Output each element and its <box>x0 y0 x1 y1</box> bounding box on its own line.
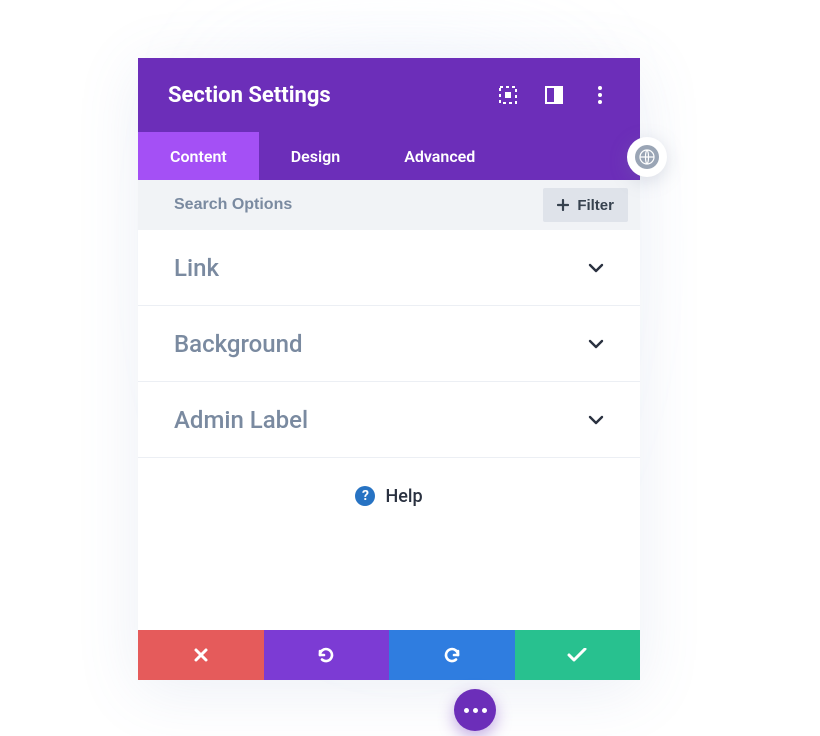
chevron-down-icon <box>588 410 604 429</box>
group-label: Background <box>174 330 303 358</box>
dot-icon <box>482 708 487 713</box>
redo-button[interactable] <box>389 630 515 680</box>
help-icon: ? <box>355 486 375 506</box>
chevron-down-icon <box>588 334 604 353</box>
panel-footer <box>138 630 640 680</box>
search-bar: Filter <box>138 180 640 230</box>
search-input[interactable] <box>174 196 543 214</box>
group-label: Link <box>174 254 219 282</box>
floating-menu-button[interactable] <box>454 689 496 731</box>
group-link[interactable]: Link <box>138 230 640 306</box>
help-link[interactable]: ? Help <box>138 458 640 534</box>
redo-icon <box>442 645 462 665</box>
dot-icon <box>464 708 469 713</box>
globe-icon <box>635 145 659 169</box>
panel-title: Section Settings <box>168 83 331 108</box>
plus-icon <box>557 199 569 211</box>
settings-panel: Section Settings Content <box>138 58 640 680</box>
tab-design[interactable]: Design <box>259 132 372 180</box>
tab-advanced[interactable]: Advanced <box>372 132 507 180</box>
tab-content[interactable]: Content <box>138 132 259 180</box>
undo-icon <box>316 645 336 665</box>
close-icon <box>193 647 209 663</box>
panel-header: Section Settings <box>138 58 640 132</box>
responsive-toggle[interactable] <box>627 137 667 177</box>
filter-label: Filter <box>577 197 614 214</box>
dot-icon <box>473 708 478 713</box>
panel-body: Link Background Admin Label ? Help <box>138 230 640 630</box>
group-background[interactable]: Background <box>138 306 640 382</box>
group-admin-label[interactable]: Admin Label <box>138 382 640 458</box>
tab-bar: Content Design Advanced <box>138 132 640 180</box>
group-label: Admin Label <box>174 406 308 434</box>
header-icon-group <box>498 85 610 105</box>
help-label: Help <box>385 486 422 507</box>
save-button[interactable] <box>515 630 641 680</box>
close-button[interactable] <box>138 630 264 680</box>
more-icon[interactable] <box>590 85 610 105</box>
expand-icon[interactable] <box>498 85 518 105</box>
filter-button[interactable]: Filter <box>543 188 628 222</box>
chevron-down-icon <box>588 258 604 277</box>
spacer <box>138 534 640 630</box>
split-view-icon[interactable] <box>544 85 564 105</box>
check-icon <box>567 648 587 662</box>
undo-button[interactable] <box>264 630 390 680</box>
